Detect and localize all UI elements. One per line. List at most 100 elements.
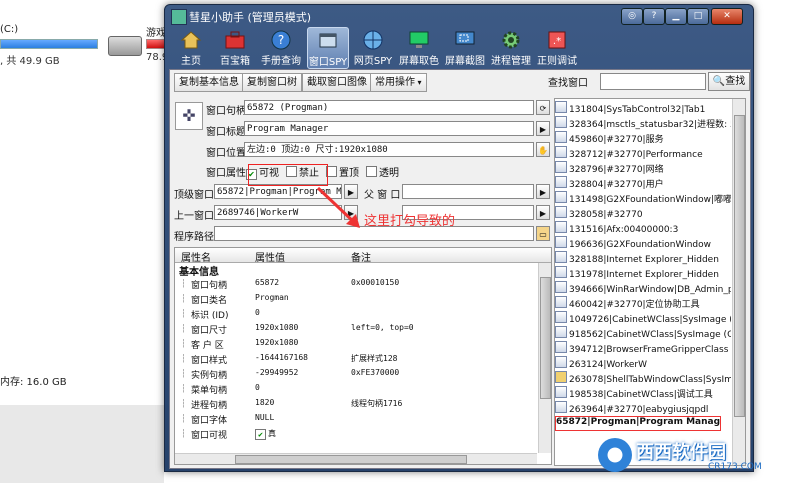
maximize-button[interactable]: □	[687, 8, 709, 25]
toolbar-label: 网页SPY	[353, 56, 393, 67]
tree-item[interactable]: 263124|WorkerW	[555, 356, 731, 371]
table-row[interactable]: ┆ 实例句柄 -29949952 0xFE370000	[175, 368, 537, 383]
next-window-go-button[interactable]: ▶	[536, 205, 550, 220]
table-row[interactable]: ┆ 菜单句柄 0	[175, 383, 537, 398]
toolbar-toolbox-button[interactable]: 百宝箱	[215, 27, 255, 67]
window-node-icon	[555, 326, 567, 338]
toolbar-process-button[interactable]: 进程管理	[491, 27, 531, 67]
svg-text:?: ?	[278, 33, 284, 47]
handle-field[interactable]: 65872 (Progman)	[244, 100, 534, 115]
grid-scroll-thumb[interactable]	[540, 277, 551, 399]
tree-item-label: 65872|Progman|Program Manager	[556, 417, 721, 427]
tree-item[interactable]: 131498|G2XFoundationWindow|嘟嘟牛	[555, 191, 731, 206]
table-row[interactable]: ┆ 窗口可视 ✔ 真	[175, 428, 537, 443]
tree-item[interactable]: 918562|CabinetWClass|SysImage (C:)	[555, 326, 731, 341]
toolbar-regex-button[interactable]: .* 正则调试	[537, 27, 577, 67]
window-node-icon	[555, 101, 567, 113]
memory-info: 内存: 16.0 GB	[0, 377, 67, 388]
hand-icon[interactable]: ✋	[536, 142, 550, 157]
tree-dot-icon: ┆	[181, 354, 186, 363]
drive-games-label: 游戏	[146, 28, 166, 39]
tree-item[interactable]: 328058|#32770	[555, 206, 731, 221]
title-apply-button[interactable]: ▶	[536, 121, 550, 136]
table-row[interactable]: ┆ 窗口字体 NULL	[175, 413, 537, 428]
position-field[interactable]: 左边:0 顶边:0 尺寸:1920x1080	[244, 142, 534, 157]
toolbar-window-spy-button[interactable]: 窗口SPY	[307, 27, 349, 69]
tree-item[interactable]: 131516|Afx:00400000:3	[555, 221, 731, 236]
table-row[interactable]: ┆ 客 户 区 1920x1080	[175, 338, 537, 353]
screenshot-icon	[455, 31, 475, 45]
table-row[interactable]: ┆ 标识 (ID) 0	[175, 308, 537, 323]
tree-item-label: 394666|WinRarWindow|DB_Admin_p2p.z	[569, 285, 731, 295]
tree-item[interactable]: 394712|BrowserFrameGripperClass	[555, 341, 731, 356]
prop-value: 0	[255, 308, 260, 317]
grid-section-row: 基本信息	[175, 263, 537, 278]
transparent-checkbox[interactable]: 透明	[366, 164, 399, 179]
grid-vertical-scrollbar[interactable]	[538, 263, 551, 453]
tree-item[interactable]: 460042|#32770|定位协助工具	[555, 296, 731, 311]
crosshair-target-icon[interactable]: ✜	[175, 102, 203, 130]
search-window-input[interactable]	[600, 73, 706, 90]
table-row[interactable]: ┆ 窗口类名 Progman	[175, 293, 537, 308]
prop-value: 1920x1080	[255, 323, 299, 332]
common-actions-menu[interactable]: 常用操作	[370, 73, 427, 92]
svg-text:.*: .*	[553, 36, 561, 47]
window-node-icon	[555, 311, 567, 323]
toolbar-color-picker-button[interactable]: 屏幕取色	[399, 27, 439, 67]
topmost-checkbox[interactable]: 置顶	[326, 164, 359, 179]
toolbar-screenshot-button[interactable]: 屏幕截图	[445, 27, 485, 67]
table-row[interactable]: ┆ 窗口句柄 65872 0x00010150	[175, 278, 537, 293]
window-node-icon	[555, 161, 567, 173]
folder-icon[interactable]: ▭	[536, 226, 550, 241]
restore-button[interactable]: ◎	[621, 8, 643, 25]
tree-item[interactable]: 131804|SysTabControl32|Tab1	[555, 101, 731, 116]
tree-scroll-thumb[interactable]	[734, 115, 745, 417]
tree-item[interactable]: 328804|#32770|用户	[555, 176, 731, 191]
prop-name: 菜单句柄	[191, 386, 228, 396]
toolbar-manual-button[interactable]: ? 手册查询	[261, 27, 301, 67]
tree-item-label: 918562|CabinetWClass|SysImage (C:)	[569, 330, 731, 340]
tree-item[interactable]: 196636|G2XFoundationWindow	[555, 236, 731, 251]
grid-header-note: 备注	[351, 253, 371, 264]
app-icon	[171, 9, 187, 25]
title-bar[interactable]: 彗星小助手 (管理员模式) ◎ ? ▁ □ ✕	[165, 5, 753, 27]
copy-window-tree-button[interactable]: 复制窗口树	[242, 73, 302, 92]
toolbar-label: 窗口SPY	[308, 57, 348, 68]
tree-item[interactable]: 394666|WinRarWindow|DB_Admin_p2p.z	[555, 281, 731, 296]
toolbar-web-spy-button[interactable]: 网页SPY	[353, 27, 393, 67]
tree-item-label: 198538|CabinetWClass|调试工具	[569, 390, 713, 400]
refresh-icon[interactable]: ⟳	[536, 100, 550, 115]
grid-horizontal-scrollbar[interactable]	[175, 453, 537, 464]
table-row[interactable]: ┆ 窗口尺寸 1920x1080 left=0, top=0	[175, 323, 537, 338]
minimize-button[interactable]: ▁	[665, 8, 687, 25]
capture-window-image-button[interactable]: 截取窗口图像	[302, 73, 372, 92]
tree-item[interactable]: 131978|Internet Explorer_Hidden	[555, 266, 731, 281]
position-label: 窗口位置	[206, 148, 246, 159]
prop-value: NULL	[255, 413, 275, 422]
search-button[interactable]: 🔍查找	[708, 72, 750, 91]
copy-basic-info-button[interactable]: 复制基本信息	[174, 73, 244, 92]
tree-item[interactable]: 328796|#32770|网络	[555, 161, 731, 176]
tree-item-selected[interactable]: 65872|Progman|Program Manager	[555, 416, 721, 431]
grid-hscroll-thumb[interactable]	[235, 455, 467, 464]
tree-item[interactable]: 328364|msctls_statusbar32|进程数: 56	[555, 116, 731, 131]
parent-window-field[interactable]	[402, 184, 534, 199]
title-field[interactable]: Program Manager	[244, 121, 534, 136]
window-node-icon	[555, 236, 567, 248]
tree-item[interactable]: 263078|ShellTabWindowClass|SysIma	[555, 371, 731, 386]
red-arrow-icon	[316, 186, 360, 228]
table-row[interactable]: ┆ 窗口样式 -1644167168 扩展样式128	[175, 353, 537, 368]
tree-item[interactable]: 263964|#32770|eabygiusjqpdl	[555, 401, 731, 416]
tree-item[interactable]: 1049726|CabinetWClass|SysImage (C:)	[555, 311, 731, 326]
tree-item[interactable]: 328712|#32770|Performance	[555, 146, 731, 161]
close-button[interactable]: ✕	[711, 8, 743, 25]
toolbar-home-button[interactable]: 主页	[171, 27, 211, 67]
parent-window-go-button[interactable]: ▶	[536, 184, 550, 199]
tree-vertical-scrollbar[interactable]	[732, 99, 745, 465]
table-row[interactable]: ┆ 进程句柄 1820 线程句柄1716	[175, 398, 537, 413]
tree-item[interactable]: 459860|#32770|服务	[555, 131, 731, 146]
help-button[interactable]: ?	[643, 8, 665, 25]
title-label: 窗口标题	[206, 127, 246, 138]
tree-item[interactable]: 198538|CabinetWClass|调试工具	[555, 386, 731, 401]
tree-item[interactable]: 328188|Internet Explorer_Hidden	[555, 251, 731, 266]
